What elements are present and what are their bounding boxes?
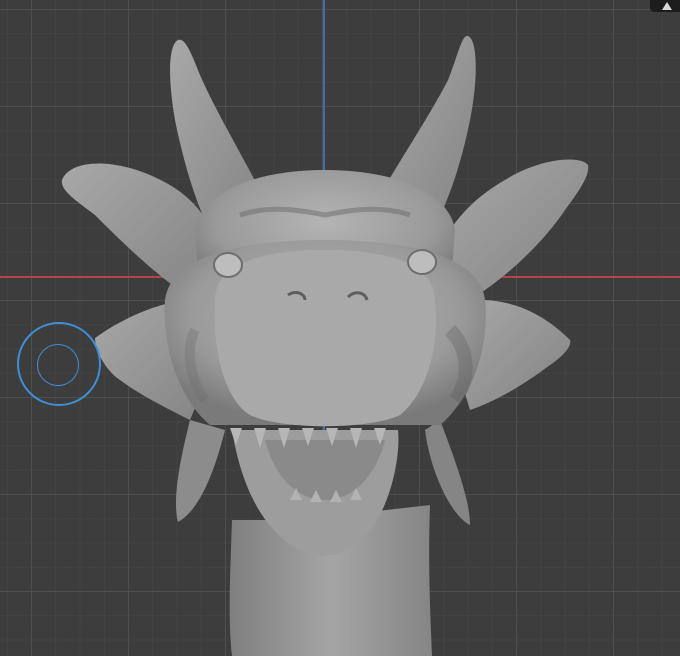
snout <box>214 250 436 427</box>
3d-viewport[interactable] <box>0 0 680 656</box>
sculpt-brush-inner-ring <box>37 344 79 386</box>
left-lower-spike <box>175 420 225 522</box>
navigation-gizmo-icon[interactable] <box>650 0 680 12</box>
right-eye <box>407 249 437 275</box>
right-lower-spike <box>425 420 470 525</box>
dragon-head-model[interactable] <box>0 0 680 656</box>
left-eye <box>213 252 243 278</box>
